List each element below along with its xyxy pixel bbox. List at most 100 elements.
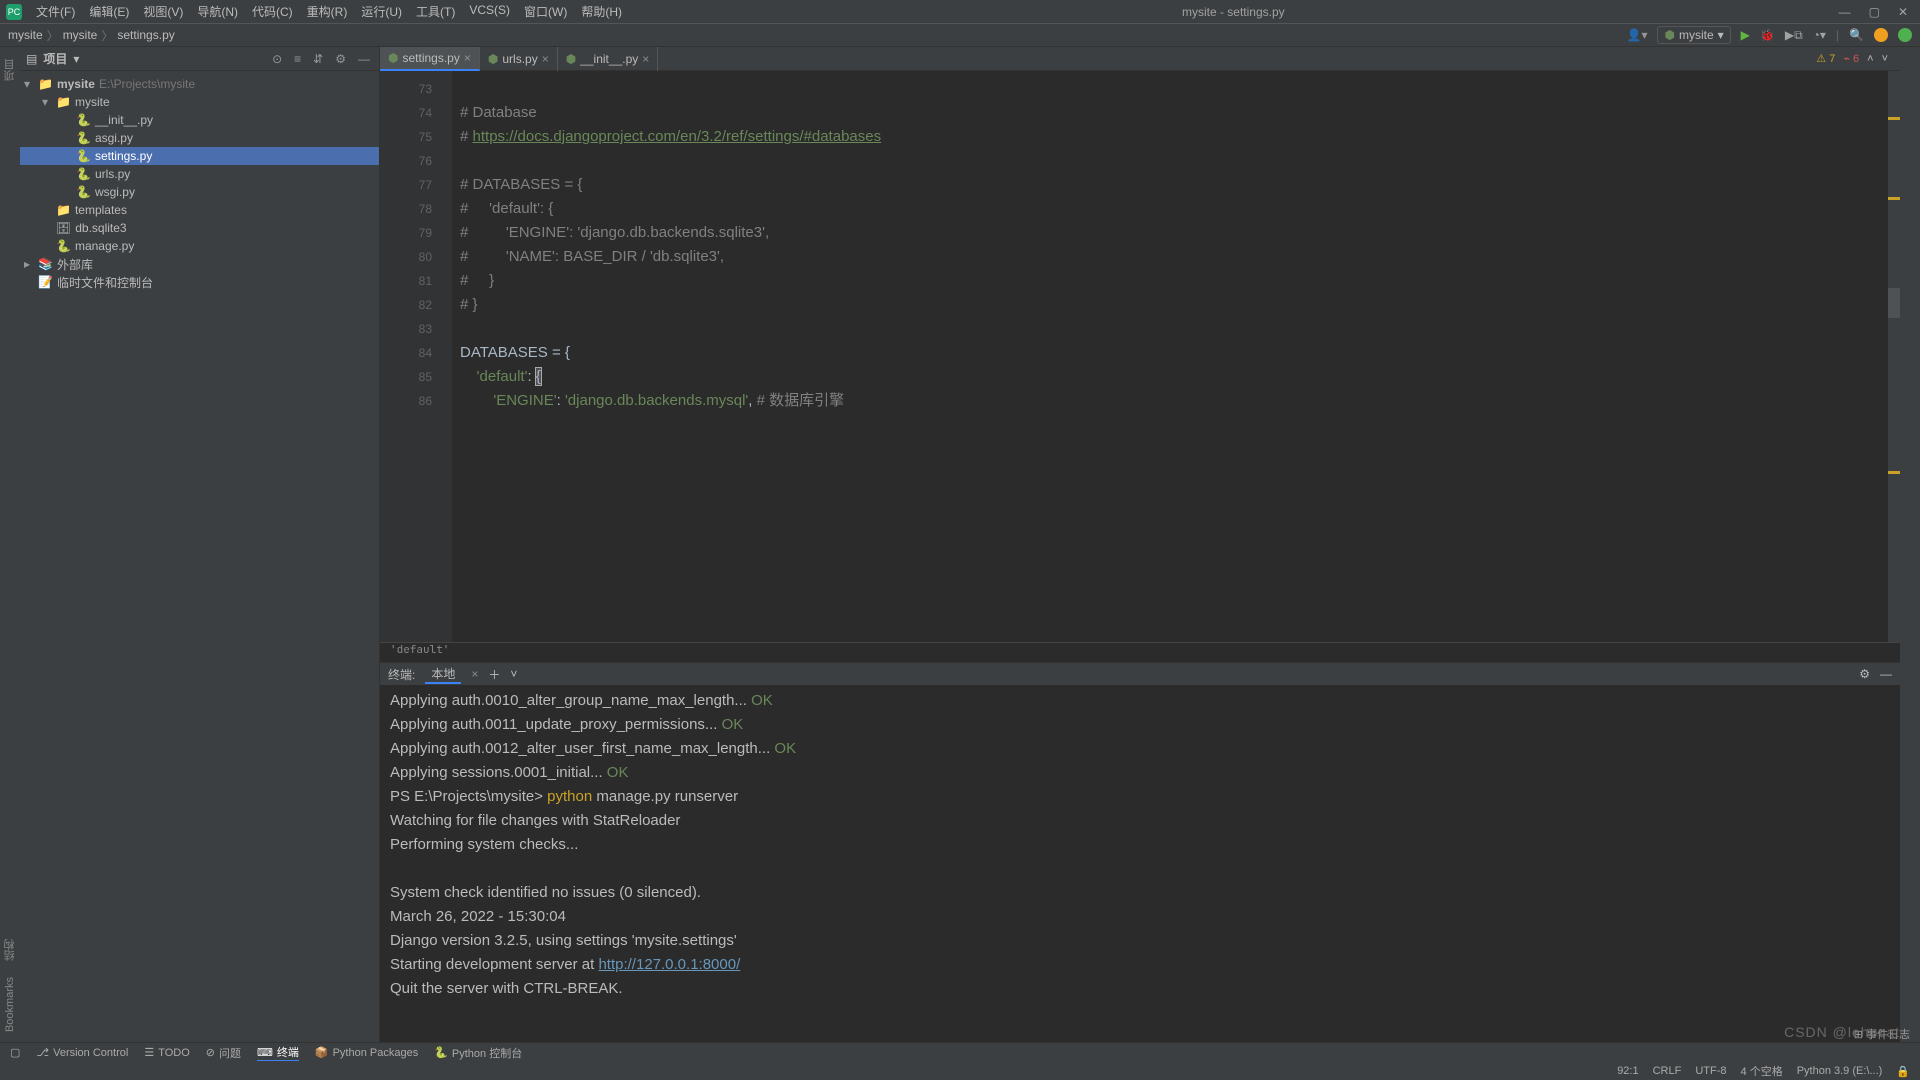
code-line[interactable]: # } <box>460 293 1900 317</box>
line-number[interactable]: 78 <box>380 197 432 221</box>
editor-tab[interactable]: ⬢settings.py× <box>380 47 480 71</box>
tree-item[interactable]: 🐍wsgi.py <box>20 183 379 201</box>
chevron-down-icon[interactable]: ▾ <box>73 52 79 66</box>
chevron-down-icon[interactable]: ˅ <box>1882 53 1888 65</box>
line-number[interactable]: 75 <box>380 125 432 149</box>
line-number[interactable]: 83 <box>380 317 432 341</box>
minimize-icon[interactable]: — <box>1839 5 1851 19</box>
menu-item[interactable]: 导航(N) <box>191 3 244 20</box>
line-number[interactable]: 79 <box>380 221 432 245</box>
code-line[interactable]: # Database <box>460 101 1900 125</box>
menu-bar[interactable]: 文件(F)编辑(E)视图(V)导航(N)代码(C)重构(R)运行(U)工具(T)… <box>30 3 628 20</box>
tree-item[interactable]: 🐍asgi.py <box>20 129 379 147</box>
tree-item[interactable]: ▾📁mysite <box>20 93 379 111</box>
fold-column[interactable] <box>440 71 452 642</box>
code-line[interactable]: # 'default': { <box>460 197 1900 221</box>
close-tab-icon[interactable]: × <box>642 52 649 66</box>
line-number[interactable]: 74 <box>380 101 432 125</box>
line-number[interactable]: 73 <box>380 77 432 101</box>
tree-root[interactable]: ▾📁 mysite E:\Projects\mysite <box>20 75 379 93</box>
line-number[interactable]: 80 <box>380 245 432 269</box>
menu-item[interactable]: 窗口(W) <box>518 3 573 20</box>
code-editor[interactable]: 7374757677787980818283848586 # Database#… <box>380 71 1900 642</box>
user-icon[interactable]: 👤▾ <box>1627 28 1648 42</box>
run-button[interactable]: ▶ <box>1741 28 1750 42</box>
terminal-output[interactable]: Applying auth.0010_alter_group_name_max_… <box>380 685 1900 1042</box>
expand-all-icon[interactable]: ≡ <box>291 52 304 66</box>
menu-item[interactable]: 编辑(E) <box>83 3 135 20</box>
line-number[interactable]: 77 <box>380 173 432 197</box>
editor-scrollbar[interactable] <box>1888 71 1900 642</box>
project-tool-tab[interactable]: 项目 <box>2 59 18 81</box>
menu-item[interactable]: 帮助(H) <box>575 3 628 20</box>
code-line[interactable]: 'default': { <box>460 365 1900 389</box>
tree-item[interactable]: 📁templates <box>20 201 379 219</box>
line-number[interactable]: 85 <box>380 365 432 389</box>
file-encoding[interactable]: UTF-8 <box>1695 1065 1726 1077</box>
close-tab-icon[interactable]: × <box>464 51 471 65</box>
structure-tool-tab[interactable]: 结构 <box>2 939 18 961</box>
tree-item[interactable]: 🐍manage.py <box>20 237 379 255</box>
bookmarks-tool-tab[interactable]: Bookmarks <box>4 977 16 1032</box>
collapse-all-icon[interactable]: ⇵ <box>310 52 326 66</box>
breadcrumb-item[interactable]: mysite <box>8 28 43 42</box>
bottom-tool-Python 控制台[interactable]: 🐍Python 控制台 <box>434 1045 522 1061</box>
editor-tab[interactable]: ⬢__init__.py× <box>558 47 659 71</box>
code-line[interactable]: # 'ENGINE': 'django.db.backends.sqlite3'… <box>460 221 1900 245</box>
code-line[interactable]: 'ENGINE': 'django.db.backends.mysql', # … <box>460 389 1900 413</box>
code-line[interactable]: # https://docs.djangoproject.com/en/3.2/… <box>460 125 1900 149</box>
avatar-icon[interactable] <box>1874 28 1888 42</box>
tree-item[interactable]: 🐍settings.py <box>20 147 379 165</box>
terminal-tab-close-icon[interactable]: × <box>471 667 478 681</box>
bottom-tool-Version Control[interactable]: ⎇Version Control <box>36 1046 128 1059</box>
indent-setting[interactable]: 4 个空格 <box>1741 1063 1783 1079</box>
coverage-button[interactable]: ▶⧉ <box>1785 28 1803 43</box>
bottom-tool-Python Packages[interactable]: 📦Python Packages <box>315 1046 418 1059</box>
python-interpreter[interactable]: Python 3.9 (E:\...) <box>1797 1065 1883 1077</box>
gear-icon[interactable]: ⚙ <box>1859 667 1870 681</box>
bottom-tool-TODO[interactable]: ☰TODO <box>144 1046 189 1059</box>
run-configuration-selector[interactable]: ⬢ mysite ▾ <box>1657 26 1730 44</box>
breadcrumb-item[interactable]: settings.py <box>117 28 174 42</box>
select-opened-file-icon[interactable]: ⊙ <box>269 52 285 66</box>
line-separator[interactable]: CRLF <box>1653 1065 1682 1077</box>
hide-panel-icon[interactable]: — <box>355 52 373 66</box>
breadcrumb-item[interactable]: mysite <box>63 28 98 42</box>
menu-item[interactable]: 文件(F) <box>30 3 81 20</box>
code-line[interactable]: DATABASES = { <box>460 341 1900 365</box>
hide-terminal-icon[interactable]: — <box>1880 667 1892 681</box>
code-analysis-indicator[interactable]: ⚠ 7 ⌁ 6 ˄ ˅ <box>1816 52 1900 65</box>
new-terminal-icon[interactable]: ＋ <box>488 666 500 683</box>
line-number[interactable]: 86 <box>380 389 432 413</box>
maximize-icon[interactable]: ▢ <box>1869 5 1880 19</box>
code-line[interactable]: # 'NAME': BASE_DIR / 'db.sqlite3', <box>460 245 1900 269</box>
code-breadcrumb[interactable]: 'default' <box>380 642 1900 662</box>
terminal-dropdown-icon[interactable]: ˅ <box>510 667 517 681</box>
code-line[interactable]: # DATABASES = { <box>460 173 1900 197</box>
profile-button[interactable]: ◔▾ <box>1813 28 1826 42</box>
tree-item[interactable]: 🗄db.sqlite3 <box>20 219 379 237</box>
close-tab-icon[interactable]: × <box>542 52 549 66</box>
close-icon[interactable]: ✕ <box>1898 5 1908 19</box>
left-tool-strip[interactable]: 项目 结构 Bookmarks <box>0 47 20 1042</box>
tree-item[interactable]: 📝临时文件和控制台 <box>20 273 379 291</box>
lock-icon[interactable]: 🔒 <box>1896 1065 1910 1078</box>
code-line[interactable]: # } <box>460 269 1900 293</box>
line-number[interactable]: 82 <box>380 293 432 317</box>
line-number-gutter[interactable]: 7374757677787980818283848586 <box>380 71 440 642</box>
menu-item[interactable]: VCS(S) <box>463 3 516 20</box>
code-line[interactable] <box>460 317 1900 341</box>
gear-icon[interactable]: ⚙ <box>332 52 349 66</box>
debug-button[interactable]: 🐞 <box>1760 28 1775 42</box>
search-icon[interactable]: 🔍 <box>1849 28 1864 42</box>
code-with-me-icon[interactable] <box>1898 28 1912 42</box>
breadcrumb[interactable]: mysite〉mysite〉settings.py <box>8 27 175 44</box>
tree-item[interactable]: 🐍urls.py <box>20 165 379 183</box>
caret-position[interactable]: 92:1 <box>1617 1065 1638 1077</box>
line-number[interactable]: 76 <box>380 149 432 173</box>
chevron-up-icon[interactable]: ˄ <box>1867 53 1873 65</box>
editor-tab[interactable]: ⬢urls.py× <box>480 47 558 71</box>
menu-item[interactable]: 工具(T) <box>410 3 461 20</box>
code-line[interactable] <box>460 77 1900 101</box>
tree-item[interactable]: ▸📚外部库 <box>20 255 379 273</box>
